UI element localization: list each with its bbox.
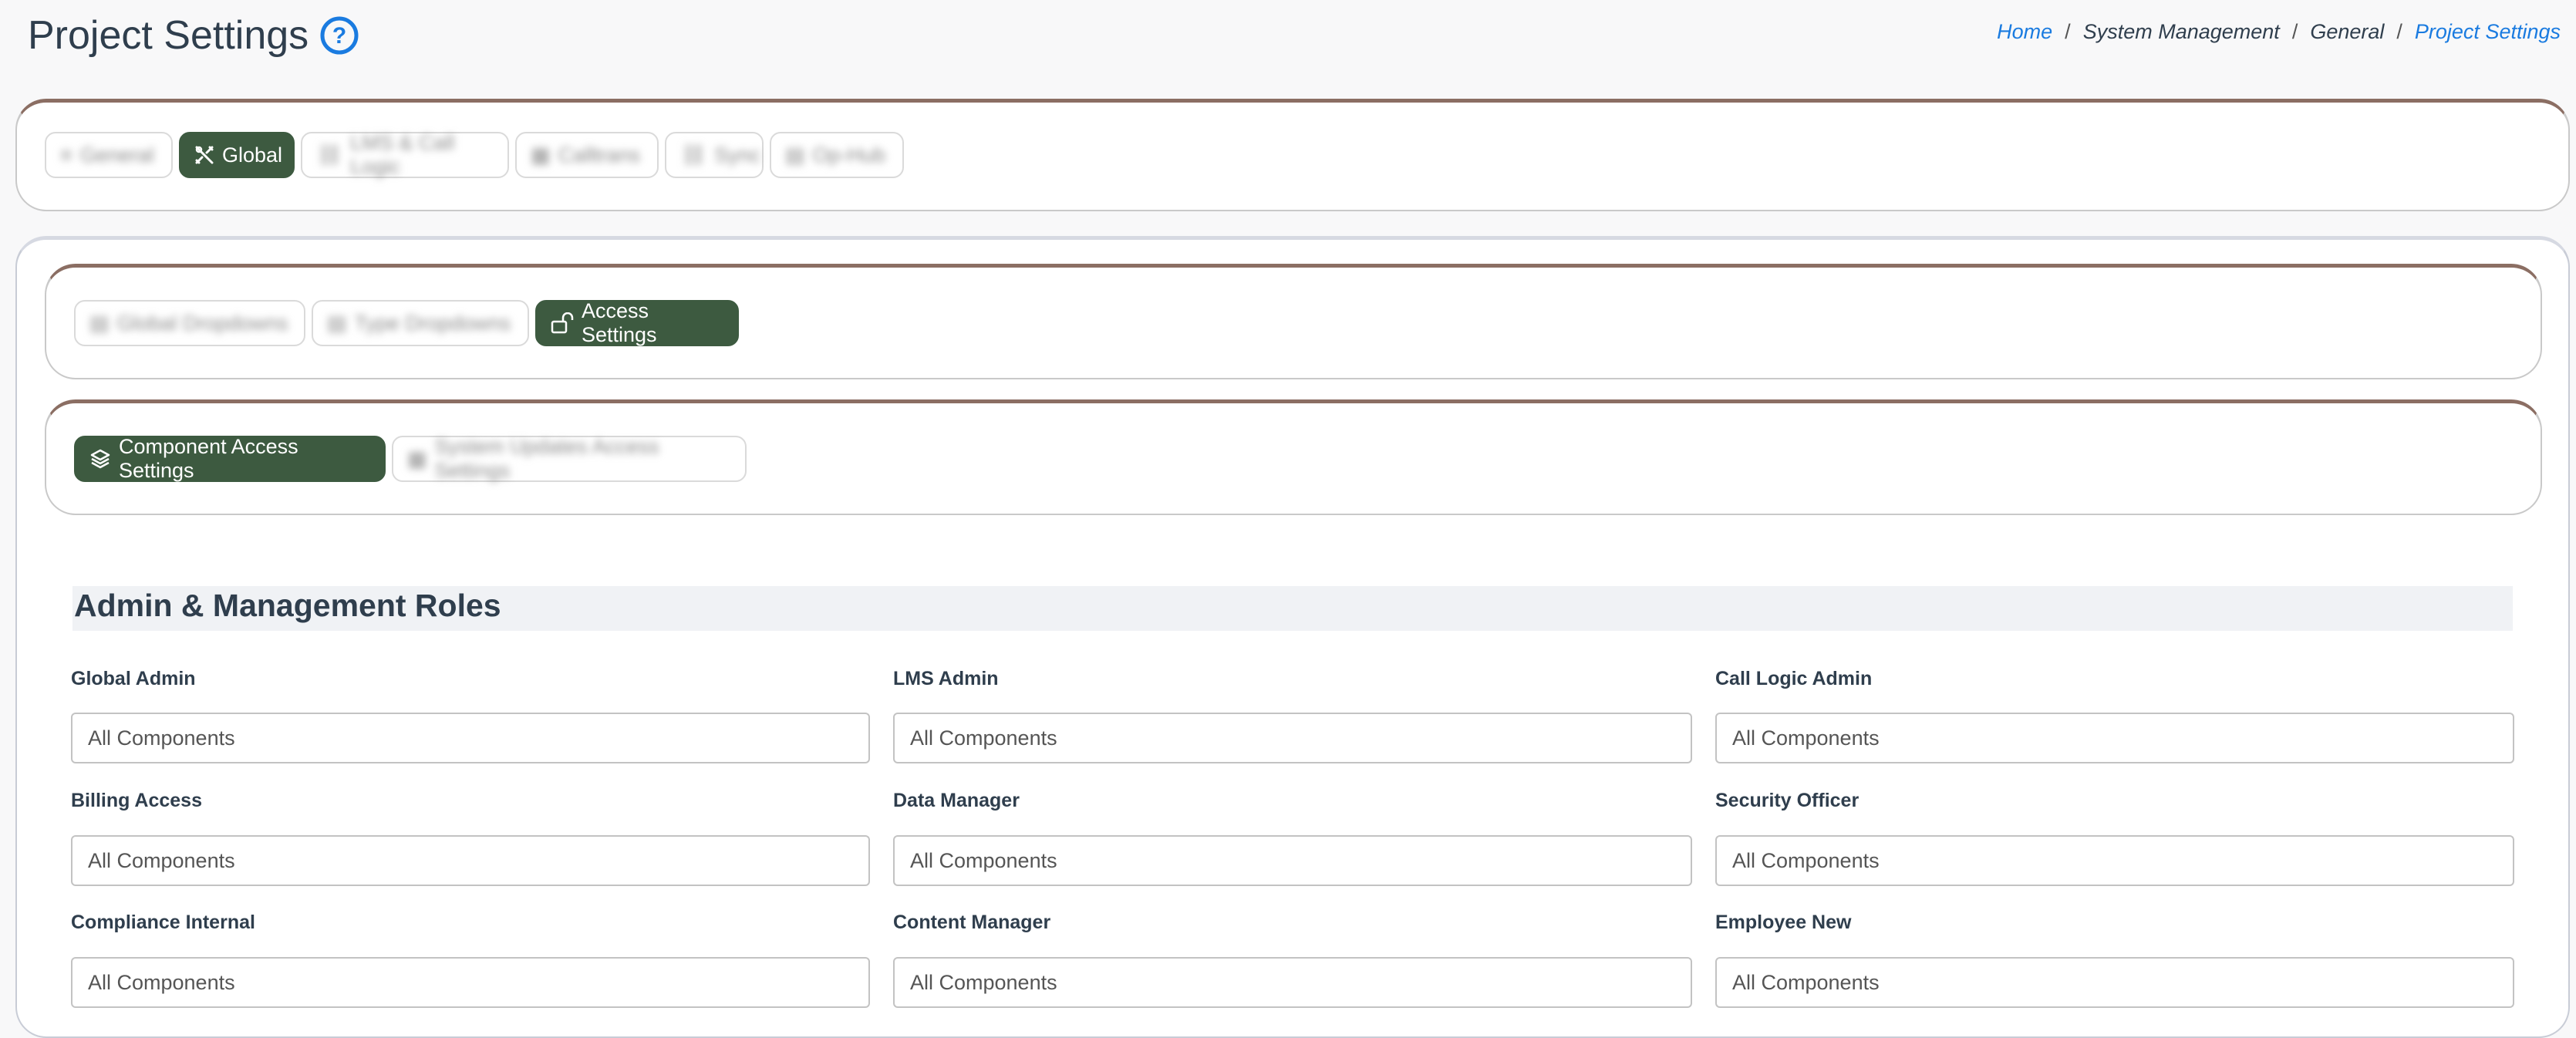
field-label-data-manager: Data Manager: [893, 790, 1020, 811]
data-manager-input[interactable]: [893, 835, 1692, 886]
call-logic-admin-input[interactable]: [1715, 713, 2514, 763]
tools-icon: [195, 146, 214, 164]
svg-text:?: ?: [332, 23, 346, 49]
tab-type-dropdowns[interactable]: ▤ Type Dropdowns: [312, 300, 529, 346]
tab-label: Component Access Settings: [119, 435, 298, 482]
unlock-icon: [551, 312, 574, 334]
tab-global-dropdowns[interactable]: ▤ Global Dropdowns: [74, 300, 305, 346]
tab-label: Sync: [714, 143, 761, 167]
tab-label: System Updates Access Settings: [434, 435, 659, 482]
top-tabs-card: ≡ General Global ⛓ LMS & Call Logic ▦ Ca…: [15, 99, 2570, 211]
tab-op-hub[interactable]: ▤ Op-Hub: [770, 132, 904, 178]
tab-label: LMS & Call Logic: [350, 131, 455, 178]
grid-icon: ▦: [407, 447, 427, 470]
grid-icon: ▦: [531, 143, 551, 167]
top-tabs: ≡ General Global ⛓ LMS & Call Logic ▦ Ca…: [45, 131, 904, 178]
breadcrumb-system-management[interactable]: System Management: [2083, 20, 2280, 44]
list-icon: ▤: [89, 311, 110, 335]
billing-access-input[interactable]: [71, 835, 870, 886]
breadcrumb-home[interactable]: Home: [1997, 20, 2052, 44]
tab-calltrans[interactable]: ▦ Calltrans: [515, 132, 659, 178]
breadcrumb-separator: /: [2065, 20, 2071, 43]
tab-label: Type Dropdowns: [354, 311, 511, 335]
employee-new-input[interactable]: [1715, 957, 2514, 1008]
help-icon[interactable]: ?: [319, 15, 359, 56]
field-label-security-officer: Security Officer: [1715, 790, 1860, 811]
sub-tabs: ▤ Global Dropdowns ▤ Type Dropdowns Acce…: [74, 299, 739, 346]
tab-label: Calltrans: [558, 143, 641, 167]
link-icon: ⛓: [680, 143, 707, 167]
field-label-global-admin: Global Admin: [71, 668, 196, 689]
doc-icon: ▤: [785, 143, 805, 167]
lms-admin-input[interactable]: [893, 713, 1692, 763]
tab-label: Global Dropdowns: [116, 311, 288, 335]
field-label-call-logic-admin: Call Logic Admin: [1715, 668, 1873, 689]
tab-system-updates-access-settings[interactable]: ▦ System Updates Access Settings: [392, 435, 747, 482]
section-title: Admin & Management Roles: [74, 588, 501, 623]
breadcrumb-separator: /: [2291, 20, 2298, 43]
breadcrumb-current: Project Settings: [2414, 20, 2561, 43]
tab-global[interactable]: Global: [179, 132, 295, 178]
tab-component-access-settings[interactable]: Component Access Settings: [74, 435, 386, 482]
field-label-compliance-internal: Compliance Internal: [71, 912, 255, 933]
tab-label: General: [79, 143, 154, 167]
tab-label: Access Settings: [582, 299, 657, 346]
global-admin-input[interactable]: [71, 713, 870, 763]
sub-tabs-card: ▤ Global Dropdowns ▤ Type Dropdowns Acce…: [45, 264, 2542, 379]
tab-general[interactable]: ≡ General: [45, 132, 173, 178]
access-tabs: Component Access Settings ▦ System Updat…: [74, 435, 747, 482]
tab-label: Op-Hub: [812, 143, 886, 167]
compliance-internal-input[interactable]: [71, 957, 870, 1008]
page-title: Project Settings: [28, 13, 309, 58]
security-officer-input[interactable]: [1715, 835, 2514, 886]
breadcrumb: Home / System Management / General / Pro…: [1997, 20, 2561, 44]
field-label-lms-admin: LMS Admin: [893, 668, 999, 689]
tab-access-settings[interactable]: Access Settings: [535, 299, 739, 346]
list-icon: ▤: [327, 311, 347, 335]
content-manager-input[interactable]: [893, 957, 1692, 1008]
tab-lms-call-logic[interactable]: ⛓ LMS & Call Logic: [301, 131, 509, 178]
field-label-billing-access: Billing Access: [71, 790, 202, 811]
link-icon: ⛓: [316, 143, 343, 167]
layers-icon: [90, 449, 110, 469]
breadcrumb-separator: /: [2396, 20, 2402, 43]
breadcrumb-general[interactable]: General: [2310, 20, 2384, 44]
access-tabs-card: Component Access Settings ▦ System Updat…: [45, 399, 2542, 515]
sliders-icon: ≡: [60, 143, 72, 167]
page-header: Project Settings ? Home / System Managem…: [0, 0, 2576, 91]
field-label-employee-new: Employee New: [1715, 912, 1852, 933]
field-label-content-manager: Content Manager: [893, 912, 1051, 933]
tab-sync[interactable]: ⛓ Sync: [665, 132, 764, 178]
tab-label: Global: [222, 143, 283, 167]
